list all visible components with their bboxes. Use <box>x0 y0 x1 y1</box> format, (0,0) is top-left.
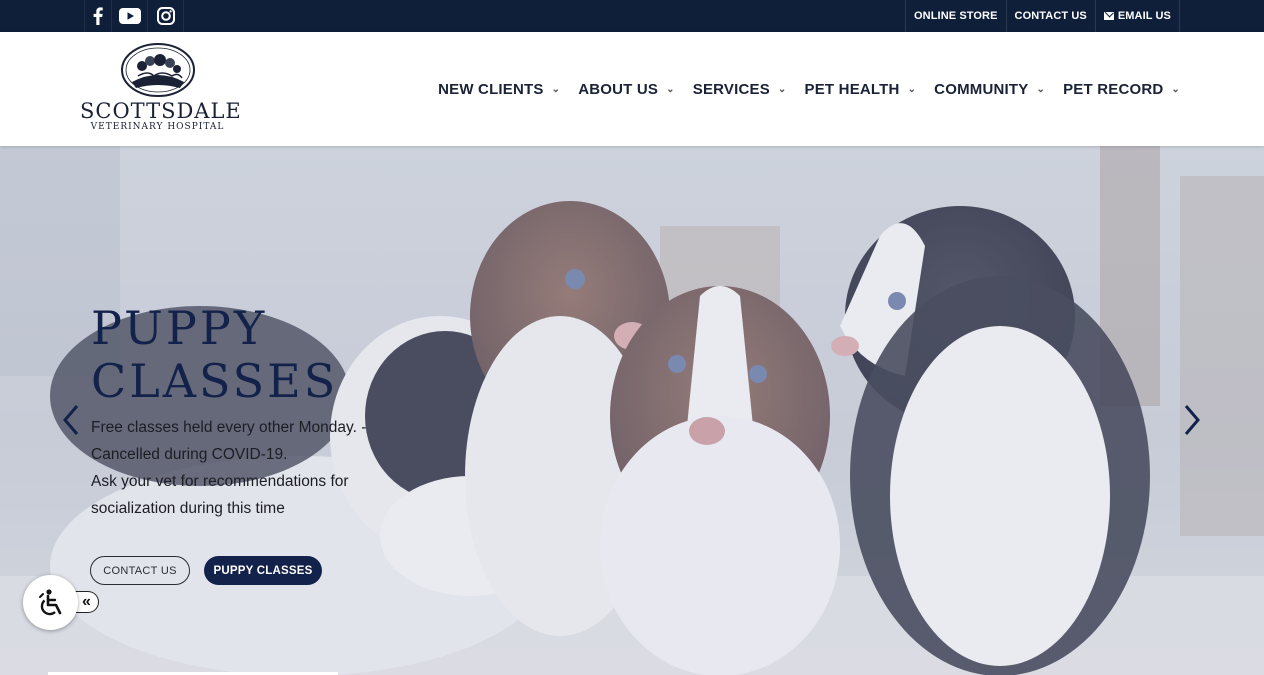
chevron-down-icon: ⌄ <box>551 83 561 95</box>
nav-label: NEW CLIENTS <box>438 80 544 98</box>
hero-text-line: Free classes held every other Monday. - <box>91 419 367 436</box>
nav-label: SERVICES <box>692 80 770 98</box>
nav-label: ABOUT US <box>578 80 659 98</box>
slider-next-button[interactable] <box>1180 402 1204 438</box>
accessibility-collapse-button[interactable]: « <box>75 591 99 613</box>
social-links <box>84 0 184 32</box>
chevron-down-icon: ⌄ <box>1171 83 1180 95</box>
nav-about-us[interactable]: ABOUT US ⌄ <box>578 81 675 98</box>
hero-slider: PUPPY CLASSES Free classes held every ot… <box>0 146 1264 675</box>
nav-services[interactable]: SERVICES ⌄ <box>693 81 787 98</box>
instagram-icon <box>156 7 175 25</box>
instagram-link[interactable] <box>148 0 184 32</box>
top-bar: ONLINE STORE CONTACT US EMAIL US <box>0 0 1264 32</box>
nav-community[interactable]: COMMUNITY ⌄ <box>934 81 1045 98</box>
main-nav: NEW CLIENTS ⌄ ABOUT US ⌄ SERVICES ⌄ PET HEA… <box>420 32 1180 146</box>
slider-prev-button[interactable] <box>59 402 83 438</box>
email-us-label: EMAIL US <box>1117 10 1171 22</box>
logo-name: SCOTTSDALE <box>80 99 242 123</box>
wheelchair-icon <box>38 588 61 615</box>
chevron-down-icon: ⌄ <box>1036 83 1046 95</box>
hero-description: Free classes held every other Monday. - … <box>91 414 411 522</box>
hero-background-image <box>0 146 1264 675</box>
hero-title: PUPPY CLASSES <box>91 302 338 408</box>
chevron-right-icon <box>1184 405 1200 435</box>
chevron-down-icon: ⌄ <box>777 83 787 95</box>
contact-us-button[interactable]: CONTACT US <box>90 556 190 585</box>
chevron-down-icon: ⌄ <box>907 83 917 95</box>
nav-label: COMMUNITY <box>934 80 1029 98</box>
envelope-icon <box>1103 12 1114 20</box>
hero-title-line: PUPPY <box>91 301 268 355</box>
hero-text-line: socialization during this time <box>91 500 285 517</box>
nav-new-clients[interactable]: NEW CLIENTS ⌄ <box>438 81 560 98</box>
nav-pet-record[interactable]: PET RECORD ⌄ <box>1063 81 1180 98</box>
accessibility-button[interactable] <box>23 575 78 630</box>
hero-text-line: Cancelled during COVID-19. <box>91 446 288 463</box>
email-us-link[interactable]: EMAIL US <box>1094 0 1180 32</box>
chevron-left-icon <box>63 405 79 435</box>
puppy-classes-button[interactable]: PUPPY CLASSES <box>204 556 322 585</box>
online-store-link[interactable]: ONLINE STORE <box>905 0 1006 32</box>
facebook-icon <box>93 7 103 25</box>
hero-title-line: CLASSES <box>91 354 339 408</box>
youtube-link[interactable] <box>112 0 148 32</box>
nav-label: PET HEALTH <box>804 80 900 98</box>
logo[interactable]: SCOTTSDALE VETERINARY HOSPITAL <box>80 42 242 137</box>
site-header: SCOTTSDALE VETERINARY HOSPITAL NEW CLIEN… <box>0 32 1264 146</box>
nav-label: PET RECORD <box>1063 80 1164 98</box>
youtube-icon <box>118 8 141 24</box>
top-links: ONLINE STORE CONTACT US EMAIL US <box>905 0 1180 32</box>
logo-emblem-icon <box>120 43 195 97</box>
facebook-link[interactable] <box>84 0 112 32</box>
contact-us-link[interactable]: CONTACT US <box>1005 0 1095 32</box>
logo-subtitle: VETERINARY HOSPITAL <box>90 122 225 132</box>
nav-pet-health[interactable]: PET HEALTH ⌄ <box>805 81 917 98</box>
hero-text-line: Ask your vet for recommendations for <box>91 473 349 490</box>
chevron-down-icon: ⌄ <box>666 83 675 95</box>
